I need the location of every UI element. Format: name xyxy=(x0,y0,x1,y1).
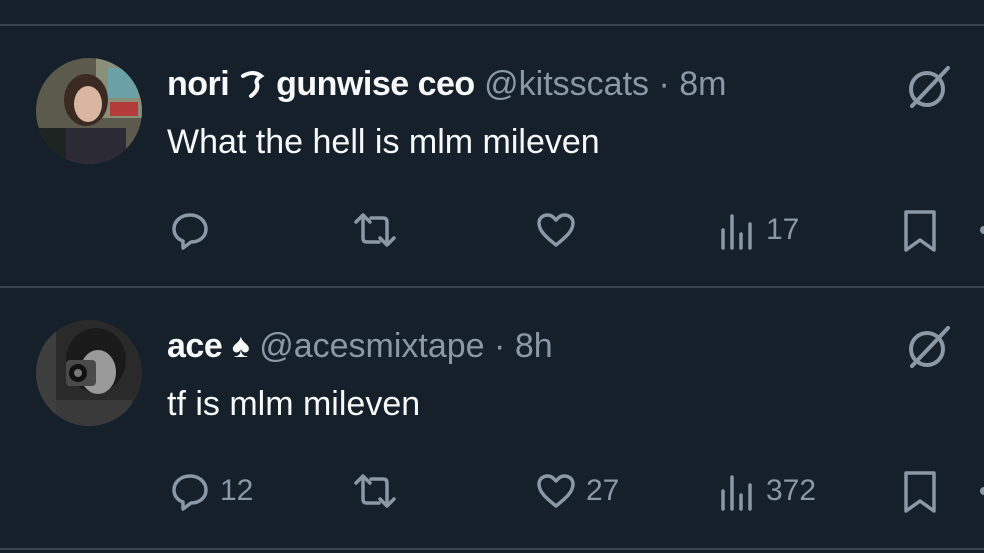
separator: · xyxy=(658,65,670,103)
like-button[interactable]: 27 xyxy=(534,466,619,516)
display-name[interactable]: ace xyxy=(167,327,223,365)
tweet-2[interactable]: ace ♠ @acesmixtape · 8h tf is mlm mileve… xyxy=(0,288,984,553)
reply-count: 12 xyxy=(220,474,254,507)
reply-button[interactable] xyxy=(168,205,220,255)
action-bar: 17 xyxy=(0,205,984,255)
timestamp[interactable]: 8h xyxy=(515,327,553,365)
like-icon xyxy=(534,469,578,513)
bookmark-button[interactable] xyxy=(900,205,940,255)
grok-icon[interactable] xyxy=(904,62,954,112)
retweet-icon xyxy=(352,469,398,513)
bookmark-icon xyxy=(900,467,940,515)
bookmark-icon xyxy=(900,206,940,254)
tweet-1[interactable]: nori gunwise ceo @kitsscats · 8m What th… xyxy=(0,0,984,286)
action-bar: 12 27 372 xyxy=(0,466,984,516)
tweet-header: ace ♠ @acesmixtape · 8h xyxy=(167,326,553,366)
view-count: 372 xyxy=(766,474,817,507)
like-count: 27 xyxy=(586,474,620,507)
spade-emoji: ♠ xyxy=(231,327,250,365)
retweet-button[interactable] xyxy=(352,466,406,516)
display-name[interactable]: nori xyxy=(167,65,230,103)
share-icon[interactable] xyxy=(980,487,984,495)
grok-icon[interactable] xyxy=(904,322,954,372)
retweet-button[interactable] xyxy=(352,205,406,255)
reply-button[interactable]: 12 xyxy=(168,466,253,516)
reply-icon xyxy=(168,208,212,252)
view-count: 17 xyxy=(766,213,800,246)
views-icon xyxy=(718,469,758,513)
retweet-icon xyxy=(352,208,398,252)
views-button[interactable]: 17 xyxy=(718,205,799,255)
timestamp[interactable]: 8m xyxy=(679,65,726,103)
separator: · xyxy=(494,327,506,365)
reply-icon xyxy=(168,469,212,513)
tweet-header: nori gunwise ceo @kitsscats · 8m xyxy=(167,64,726,104)
avatar[interactable] xyxy=(36,58,142,164)
share-icon[interactable] xyxy=(980,226,984,234)
like-icon xyxy=(534,208,578,252)
handle[interactable]: @kitsscats xyxy=(484,65,649,103)
handle[interactable]: @acesmixtape xyxy=(259,327,484,365)
like-button[interactable] xyxy=(534,205,586,255)
tweet-text: What the hell is mlm mileven xyxy=(167,123,600,161)
display-name-suffix[interactable]: gunwise ceo xyxy=(276,65,475,103)
name-emoji xyxy=(239,65,276,103)
avatar[interactable] xyxy=(36,320,142,426)
bookmark-button[interactable] xyxy=(900,466,940,516)
bottom-divider xyxy=(0,548,984,550)
views-button[interactable]: 372 xyxy=(718,466,816,516)
tweet-text: tf is mlm mileven xyxy=(167,385,421,423)
views-icon xyxy=(718,208,758,252)
